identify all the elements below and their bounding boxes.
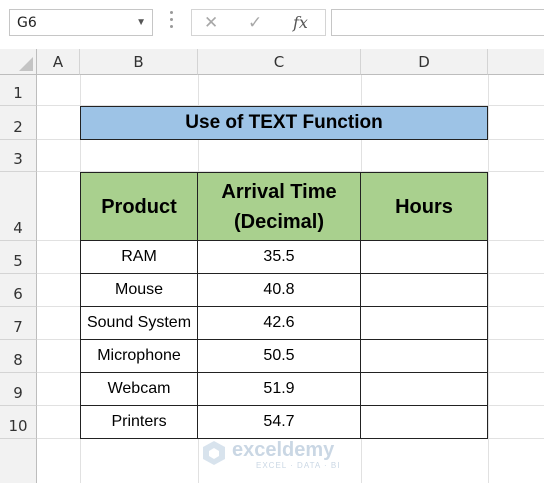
cell-value: 54.7 xyxy=(263,413,295,430)
table-cell-hours[interactable] xyxy=(361,274,488,307)
title-cell[interactable]: Use of TEXT Function xyxy=(80,106,488,140)
table-cell-arrival[interactable]: 54.7 xyxy=(198,406,361,439)
watermark-tagline: EXCEL · DATA · BI xyxy=(256,461,341,470)
row-header-4[interactable]: 4 xyxy=(0,172,37,241)
row-number: 9 xyxy=(13,384,23,402)
header-arrival-label-line2: (Decimal) xyxy=(233,211,325,233)
formula-bar: G6 ▼ ✕ ✓ fx xyxy=(0,0,544,46)
cell-value: Printers xyxy=(111,413,167,430)
select-all-button[interactable] xyxy=(0,49,37,75)
column-header-c[interactable]: C xyxy=(198,49,361,75)
table-cell-arrival[interactable]: 35.5 xyxy=(198,241,361,274)
row-header-3[interactable]: 3 xyxy=(0,140,37,172)
row-number: 4 xyxy=(13,219,23,237)
cell-value: 42.6 xyxy=(263,314,295,331)
cancel-icon[interactable]: ✕ xyxy=(204,13,218,33)
row-header-7[interactable]: 7 xyxy=(0,307,37,340)
cell-value: RAM xyxy=(121,248,157,265)
table-cell-hours[interactable] xyxy=(361,307,488,340)
row-number: 1 xyxy=(13,84,23,102)
row-number: 10 xyxy=(8,417,28,435)
table-cell-hours[interactable] xyxy=(361,340,488,373)
exceldemy-logo-icon xyxy=(203,441,225,465)
row-header-8[interactable]: 8 xyxy=(0,340,37,373)
row-header-10[interactable]: 10 xyxy=(0,406,37,439)
table-cell-product[interactable]: Printers xyxy=(80,406,198,439)
gridline xyxy=(488,75,489,483)
table-cell-product[interactable]: Sound System xyxy=(80,307,198,340)
table-cell-hours[interactable] xyxy=(361,241,488,274)
table-cell-product[interactable]: RAM xyxy=(80,241,198,274)
cell-value: 50.5 xyxy=(263,347,295,364)
cell-value: 35.5 xyxy=(263,248,295,265)
select-all-icon xyxy=(19,57,33,71)
table-cell-arrival[interactable]: 40.8 xyxy=(198,274,361,307)
row-header-2[interactable]: 2 xyxy=(0,106,37,140)
cell-value: Mouse xyxy=(114,281,164,298)
header-product-label: Product xyxy=(101,196,177,218)
formula-input[interactable] xyxy=(331,9,544,36)
row-number: 3 xyxy=(13,150,23,168)
enter-icon[interactable]: ✓ xyxy=(248,13,262,33)
header-arrival-cell[interactable]: Arrival Time (Decimal) xyxy=(198,172,361,241)
row-number: 7 xyxy=(13,318,23,336)
table-cell-product[interactable]: Webcam xyxy=(80,373,198,406)
row-number: 5 xyxy=(13,252,23,270)
row-number: 6 xyxy=(13,285,23,303)
header-arrival-label-line1: Arrival Time xyxy=(221,181,337,203)
drag-handle-icon[interactable] xyxy=(170,11,174,33)
watermark-name: exceldemy xyxy=(232,439,335,461)
insert-function-icon[interactable]: fx xyxy=(293,13,308,32)
name-box[interactable]: G6 ▼ xyxy=(9,9,153,36)
row-header-9[interactable]: 9 xyxy=(0,373,37,406)
column-header-d[interactable]: D xyxy=(361,49,488,75)
row-number: 2 xyxy=(13,118,23,136)
cell-value: 40.8 xyxy=(263,281,295,298)
chevron-down-icon[interactable]: ▼ xyxy=(136,17,146,28)
table-cell-arrival[interactable]: 51.9 xyxy=(198,373,361,406)
row-header-rest xyxy=(0,439,37,483)
table-cell-hours[interactable] xyxy=(361,406,488,439)
column-header-b[interactable]: B xyxy=(80,49,198,75)
watermark: exceldemy EXCEL · DATA · BI xyxy=(200,437,350,471)
table-cell-product[interactable]: Mouse xyxy=(80,274,198,307)
name-box-value: G6 xyxy=(17,15,37,31)
row-header-6[interactable]: 6 xyxy=(0,274,37,307)
cell-value: Sound System xyxy=(86,314,192,331)
cell-value: Microphone xyxy=(97,347,181,364)
header-hours-cell[interactable]: Hours xyxy=(361,172,488,241)
header-product-cell[interactable]: Product xyxy=(80,172,198,241)
table-cell-hours[interactable] xyxy=(361,373,488,406)
header-hours-label: Hours xyxy=(395,196,453,218)
cell-value: 51.9 xyxy=(263,380,295,397)
row-number: 8 xyxy=(13,351,23,369)
column-header-a[interactable]: A xyxy=(37,49,80,75)
column-header-e[interactable] xyxy=(488,49,544,75)
cell-value: Webcam xyxy=(107,380,171,397)
table-cell-arrival[interactable]: 42.6 xyxy=(198,307,361,340)
table-cell-arrival[interactable]: 50.5 xyxy=(198,340,361,373)
formula-buttons: ✕ ✓ fx xyxy=(191,9,326,36)
table-cell-product[interactable]: Microphone xyxy=(80,340,198,373)
row-header-1[interactable]: 1 xyxy=(0,75,37,106)
row-header-5[interactable]: 5 xyxy=(0,241,37,274)
